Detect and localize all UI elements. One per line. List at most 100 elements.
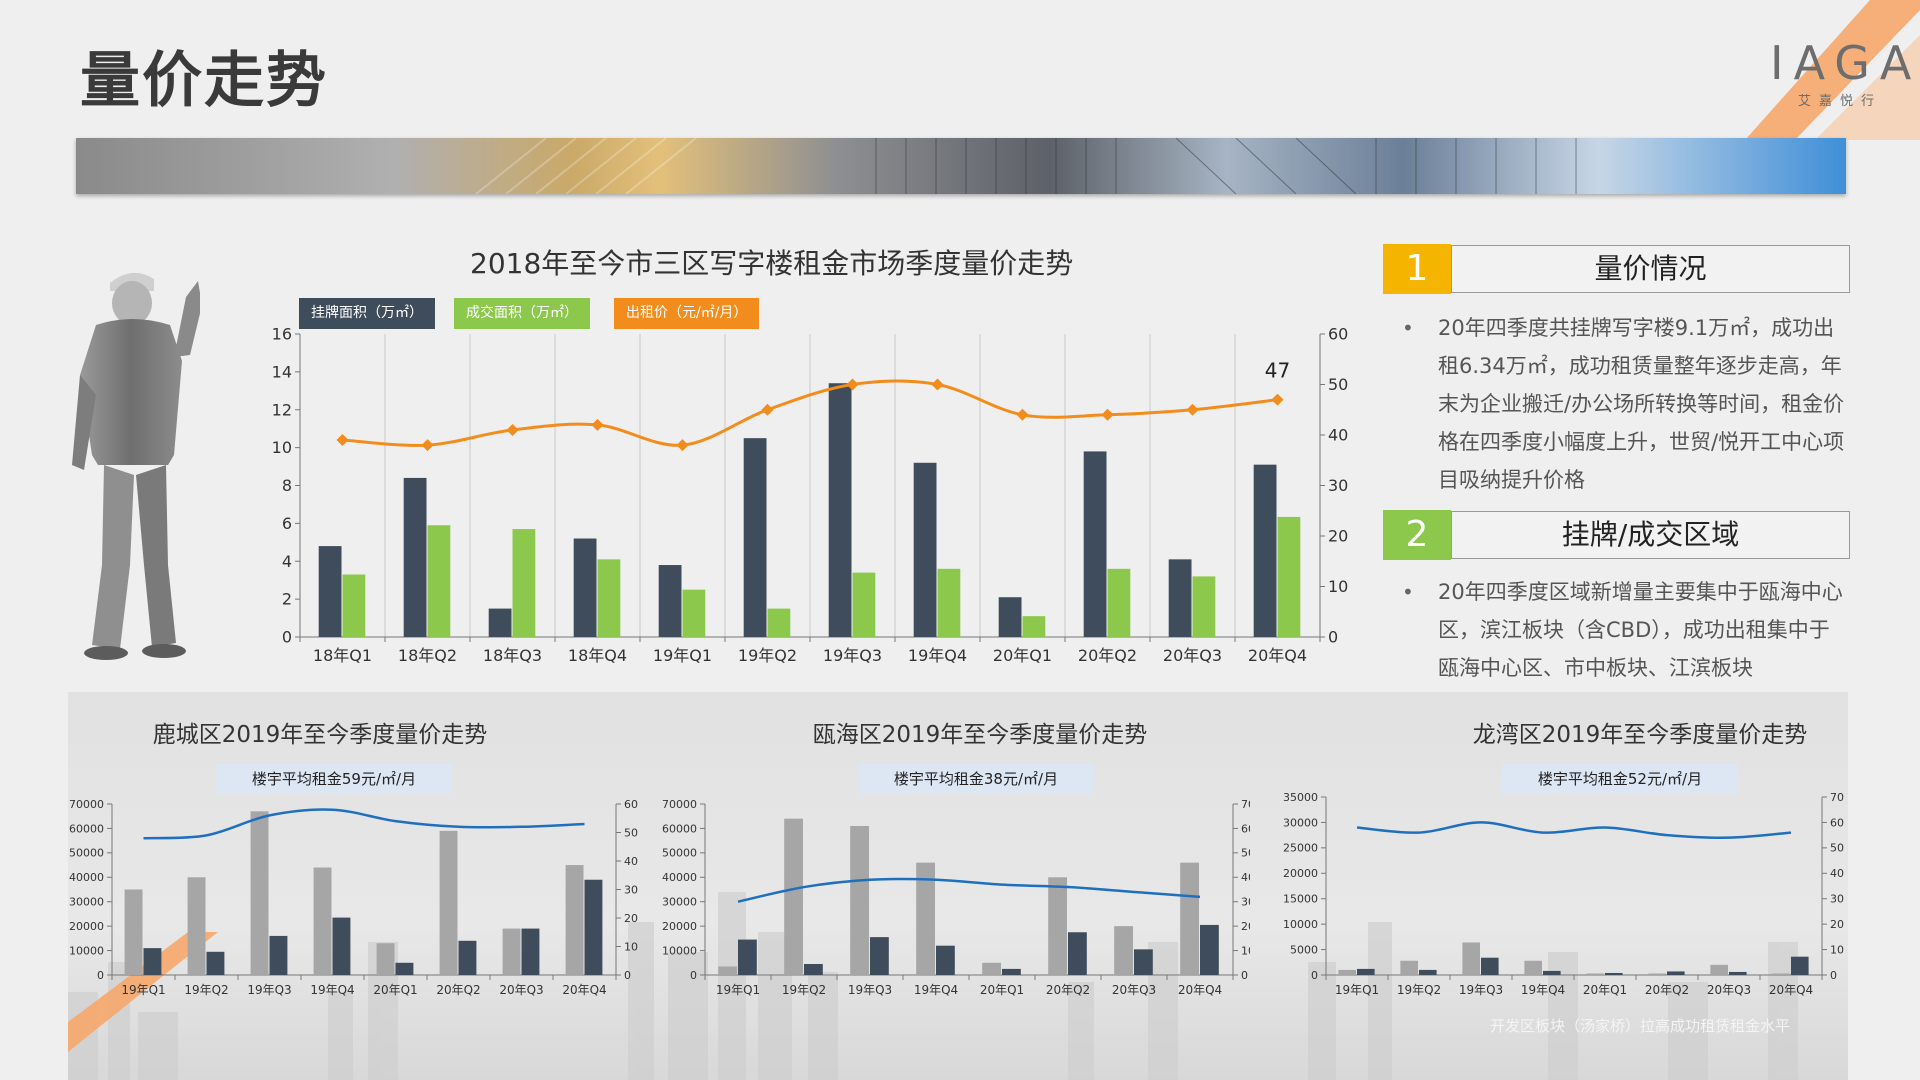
- x-axis-category-label: 20年Q3: [1163, 646, 1222, 665]
- listing-area-bar: [376, 943, 395, 975]
- rent-price-line: [737, 877, 1201, 903]
- x-axis-category-label: 20年Q3: [1707, 983, 1751, 997]
- right-axis-tick-label: 0: [1830, 969, 1837, 982]
- x-axis-category-label: 19年Q4: [908, 646, 967, 665]
- longwan-chart-title: 龙湾区2019年至今季度量价走势: [1472, 722, 1808, 748]
- listing-area-bar: [850, 825, 869, 975]
- right-axis-tick-label: 10: [624, 940, 638, 953]
- deal-area-bar: [597, 559, 621, 637]
- listing-area-bar: [658, 565, 682, 637]
- rent-price-point: [931, 378, 944, 391]
- right-axis-tick-label: 30: [624, 883, 638, 896]
- deal-area-bar: [936, 945, 955, 975]
- deal-area-bar: [1192, 576, 1216, 637]
- left-axis-tick-label: 0: [282, 628, 292, 647]
- listing-area-bar: [124, 889, 143, 975]
- right-axis-tick-label: 40: [1328, 426, 1348, 445]
- x-axis-category-label: 19年Q2: [738, 646, 797, 665]
- right-axis-tick-label: 30: [1328, 476, 1348, 495]
- left-axis-tick-label: 60000: [662, 822, 697, 835]
- left-axis-tick-label: 10000: [1283, 918, 1318, 931]
- rent-price-point: [336, 434, 349, 447]
- rent-price-line: [1356, 821, 1792, 840]
- left-axis-tick-label: 40000: [662, 871, 697, 884]
- left-axis-tick-label: 0: [1311, 969, 1318, 982]
- deal-area-bar: [427, 525, 451, 637]
- rent-price-line: [143, 808, 585, 840]
- listing-area-bar: [439, 830, 458, 975]
- deal-area-bar: [767, 608, 791, 637]
- right-axis-tick-label: 30: [1241, 896, 1250, 909]
- left-axis-tick-label: 50000: [69, 847, 104, 860]
- left-axis-tick-label: 25000: [1283, 842, 1318, 855]
- x-axis-category-label: 19年Q4: [914, 983, 958, 997]
- section-1-title: 量价情况: [1451, 245, 1850, 293]
- left-axis-tick-label: 70000: [662, 798, 697, 811]
- listing-area-bar: [1180, 862, 1199, 975]
- listing-area-bar: [565, 865, 584, 975]
- deal-area-bar: [143, 948, 162, 975]
- main-chart-title: 2018年至今市三区写字楼租金市场季度量价走势: [470, 247, 1074, 280]
- x-axis-category-label: 19年Q3: [1459, 983, 1503, 997]
- deal-area-bar: [1068, 932, 1087, 975]
- x-axis-category-label: 19年Q3: [247, 983, 291, 997]
- luchen-chart-title: 鹿城区2019年至今季度量价走势: [152, 722, 488, 748]
- section-2-number: 2: [1383, 510, 1451, 560]
- listing-area-bar: [1048, 877, 1067, 975]
- rent-price-point: [761, 403, 774, 416]
- left-axis-tick-label: 30000: [662, 896, 697, 909]
- left-axis-tick-label: 10000: [69, 944, 104, 957]
- right-axis-tick-label: 40: [624, 855, 638, 868]
- rent-price-point: [1101, 408, 1114, 421]
- listing-area-bar: [1710, 964, 1728, 975]
- right-axis-tick-label: 20: [1241, 920, 1250, 933]
- x-axis-category-label: 20年Q2: [1645, 983, 1689, 997]
- listing-area-bar: [318, 546, 342, 637]
- section-2-title: 挂牌/成交区域: [1451, 511, 1850, 559]
- deal-area-bar: [1605, 972, 1623, 975]
- deal-area-bar: [1200, 924, 1219, 975]
- deal-area-bar: [206, 951, 225, 975]
- x-axis-category-label: 20年Q1: [980, 983, 1024, 997]
- x-axis-category-label: 20年Q4: [1178, 983, 1222, 997]
- listing-area-bar: [1114, 926, 1133, 975]
- listing-area-bar: [982, 962, 1001, 975]
- footnote: 开发区板块（汤家桥）拉高成功租赁租金水平: [1490, 1017, 1791, 1035]
- right-axis-tick-label: 10: [1830, 943, 1844, 956]
- x-axis-category-label: 18年Q2: [398, 646, 457, 665]
- right-axis-tick-label: 50: [624, 826, 638, 839]
- x-axis-category-label: 18年Q3: [483, 646, 542, 665]
- right-axis-tick-label: 60: [1830, 816, 1844, 829]
- rent-price-point: [421, 439, 434, 452]
- listing-area-bar: [913, 462, 937, 637]
- deal-area-bar: [1667, 971, 1685, 975]
- businessman-illustration: [72, 272, 200, 660]
- longwan-chart: 0 5000 10000 15000 20000 25000 30000 35000 0 10 20…: [1283, 791, 1844, 997]
- deal-area-bar: [584, 879, 603, 975]
- left-axis-tick-label: 70000: [69, 798, 104, 811]
- x-axis-category-label: 20年Q1: [993, 646, 1052, 665]
- deal-area-bar: [269, 935, 288, 975]
- deal-area-bar: [937, 568, 961, 637]
- left-axis-tick-label: 10000: [662, 944, 697, 957]
- listing-area-bar: [250, 811, 269, 975]
- deal-area-bar: [738, 939, 757, 975]
- ouhai-chart-title: 瓯海区2019年至今季度量价走势: [812, 722, 1148, 748]
- listing-area-bar: [488, 608, 512, 637]
- ouhai-avg-rent-tag: 楼宇平均租金38元/㎡/月: [858, 764, 1094, 794]
- right-axis-tick-label: 50: [1241, 847, 1250, 860]
- deal-area-bar: [1134, 949, 1153, 975]
- right-axis-tick-label: 60: [1241, 822, 1250, 835]
- x-axis-category-label: 20年Q3: [1112, 983, 1156, 997]
- x-axis-category-label: 19年Q2: [184, 983, 228, 997]
- x-axis-category-label: 19年Q3: [848, 983, 892, 997]
- listing-area-bar: [1400, 960, 1418, 975]
- logo-sub-text: 艾嘉悦行: [1797, 94, 1882, 109]
- left-axis-tick-label: 20000: [662, 920, 697, 933]
- section-1-text: 20年四季度共挂牌写字楼9.1万㎡，成功出租6.34万㎡，成功租赁量整年逐步走高…: [1438, 316, 1845, 492]
- left-axis-tick-label: 16: [272, 325, 292, 344]
- left-axis-tick-label: 10: [272, 438, 292, 457]
- x-axis-category-label: 19年Q1: [716, 983, 760, 997]
- x-axis-category-label: 20年Q1: [1583, 983, 1627, 997]
- left-axis-tick-label: 14: [272, 362, 292, 381]
